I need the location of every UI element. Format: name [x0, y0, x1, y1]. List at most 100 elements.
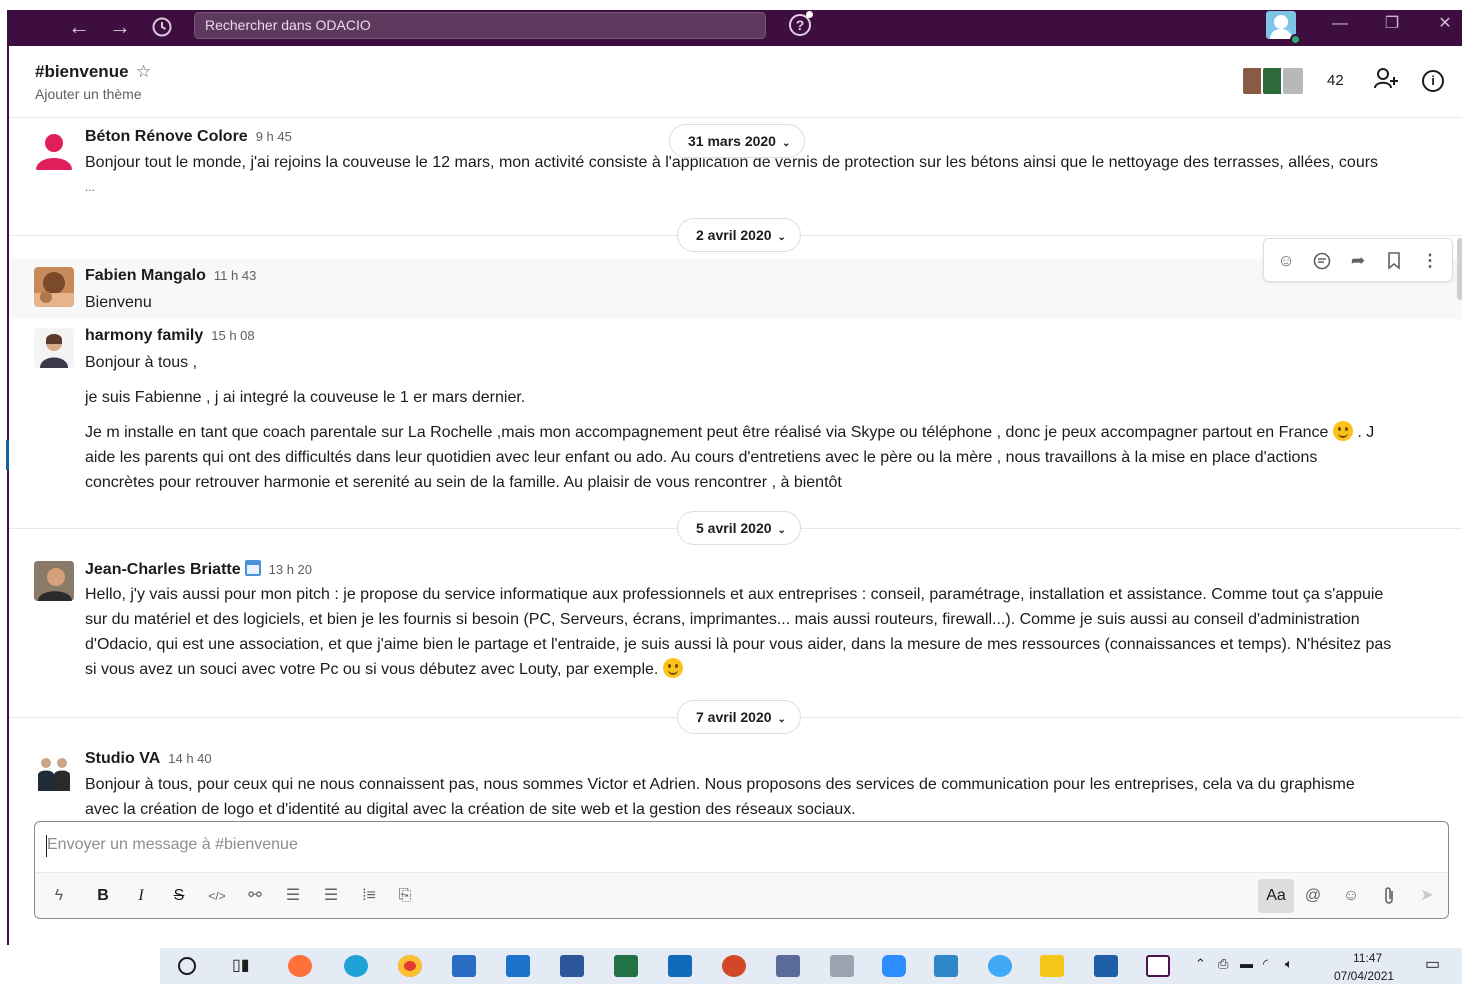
message-input[interactable]: Envoyer un message à #bienvenue — [47, 836, 298, 854]
add-reaction-icon[interactable]: ☺ — [1272, 247, 1300, 275]
photos-icon[interactable] — [1094, 955, 1118, 977]
arrow-left-icon[interactable]: ← — [64, 10, 94, 46]
excel-icon[interactable] — [614, 955, 638, 977]
formatting-toolbar: ϟ B I S </> ⚯ ☰ ☰ ⁞≡ ⎘ Aa @ ☺ ➤ — [35, 872, 1448, 918]
help-notification-dot — [806, 11, 813, 18]
channel-topic[interactable]: Ajouter un thème — [35, 86, 142, 102]
avatar[interactable] — [34, 751, 74, 791]
message[interactable]: Studio VA 14 h 40 Bonjour à tous, pour ce… — [9, 742, 1462, 818]
more-actions-icon[interactable]: ⋮ — [1416, 247, 1444, 275]
clock-time[interactable]: 11:47 — [1353, 951, 1382, 965]
word-icon[interactable] — [560, 955, 584, 977]
message[interactable]: Fabien Mangalo 11 h 43 Bienvenu — [9, 259, 1462, 319]
chevron-up-icon[interactable]: ⌃ — [1195, 956, 1206, 972]
wifi-icon[interactable]: ◜ — [1263, 956, 1268, 972]
add-member-icon[interactable] — [1372, 66, 1400, 94]
arrow-right-icon[interactable]: → — [105, 10, 135, 46]
chevron-down-icon: ⌄ — [777, 714, 786, 725]
smile-emoji-icon — [1332, 421, 1353, 441]
strikethrough-icon[interactable]: S — [166, 882, 192, 910]
app-icon[interactable] — [506, 955, 530, 977]
mention-icon[interactable]: @ — [1300, 882, 1326, 910]
firefox-icon[interactable] — [288, 955, 312, 977]
close-icon[interactable]: ✕ — [1425, 10, 1462, 40]
message-author[interactable]: Studio VA 14 h 40 — [85, 750, 212, 768]
message-text: Bienvenu — [85, 294, 152, 311]
format-toggle-button[interactable]: Aa — [1258, 879, 1294, 913]
date-divider[interactable]: 31 mars 2020 ⌄ — [669, 124, 806, 158]
scrollbar[interactable] — [1457, 238, 1462, 300]
avatar[interactable] — [34, 130, 74, 170]
mail-icon[interactable] — [452, 955, 476, 977]
minimize-icon[interactable]: — — [1320, 10, 1360, 40]
search-circle-icon[interactable] — [178, 957, 196, 975]
restore-icon[interactable]: ❐ — [1372, 10, 1412, 40]
calendar-status-icon — [244, 560, 261, 576]
message-text: Bonjour à tous, pour ceux qui ne nous co… — [85, 776, 1355, 818]
task-view-icon[interactable]: ▯▮ — [232, 955, 256, 977]
channel-header: #bienvenue ☆ Ajouter un thème 42 i — [9, 46, 1462, 118]
left-edge — [0, 10, 9, 945]
code-block-icon[interactable]: ⎘ — [392, 882, 418, 910]
star-icon[interactable]: ☆ — [136, 62, 151, 82]
top-bar: ← → Rechercher dans ODACIO ? — ❐ ✕ — [9, 10, 1462, 46]
clock-date[interactable]: 07/04/2021 — [1334, 969, 1394, 983]
bold-icon[interactable]: B — [90, 882, 116, 910]
message-author[interactable]: Jean-Charles Briatte 13 h 20 — [85, 560, 312, 579]
bulleted-list-icon[interactable]: ☰ — [318, 882, 344, 910]
history-icon[interactable] — [147, 10, 177, 46]
avatar[interactable] — [34, 328, 74, 368]
message-time[interactable]: 11 h 43 — [214, 268, 256, 283]
volume-icon[interactable]: 🔈︎ — [1285, 956, 1293, 972]
send-icon[interactable]: ➤ — [1414, 882, 1440, 910]
battery-icon[interactable]: ▬ — [1240, 956, 1253, 971]
message-author[interactable]: harmony family 15 h 08 — [85, 327, 255, 345]
search-input[interactable]: Rechercher dans ODACIO — [194, 12, 766, 39]
member-avatars[interactable] — [1241, 66, 1317, 96]
message[interactable]: harmony family 15 h 08 Bonjour à tous , j… — [9, 319, 1462, 499]
blockquote-icon[interactable]: ⁞≡ — [356, 882, 382, 910]
message-time[interactable]: 13 h 20 — [269, 562, 312, 577]
message-time[interactable]: 14 h 40 — [168, 751, 211, 766]
avatar[interactable] — [34, 267, 74, 307]
date-divider[interactable]: 5 avril 2020 ⌄ — [677, 511, 801, 545]
edge-icon[interactable] — [344, 955, 368, 977]
italic-icon[interactable]: I — [128, 882, 154, 910]
member-count[interactable]: 42 — [1327, 72, 1344, 89]
store-icon[interactable] — [934, 955, 958, 977]
chrome-icon[interactable] — [398, 955, 422, 977]
powerpoint-icon[interactable] — [722, 955, 746, 977]
bookmark-icon[interactable] — [1380, 247, 1408, 275]
message-actions: ☺ ➦ ⋮ — [1263, 238, 1453, 282]
attachment-icon[interactable] — [1376, 882, 1402, 910]
info-icon[interactable]: i — [1422, 70, 1444, 92]
ordered-list-icon[interactable]: ☰ — [280, 882, 306, 910]
message-time[interactable]: 15 h 08 — [211, 328, 254, 343]
internet-explorer-icon[interactable] — [988, 955, 1012, 977]
file-explorer-icon[interactable] — [1040, 955, 1064, 977]
shortcuts-icon[interactable]: ϟ — [46, 882, 72, 910]
chevron-down-icon: ⌄ — [777, 232, 786, 243]
paint-icon[interactable] — [776, 955, 800, 977]
code-icon[interactable]: </> — [204, 882, 230, 910]
slack-icon[interactable] — [1146, 955, 1170, 977]
reply-thread-icon[interactable] — [1308, 247, 1336, 275]
message-time[interactable]: 9 h 45 — [256, 129, 292, 144]
member-avatar — [1281, 66, 1305, 96]
outlook-icon[interactable] — [668, 955, 692, 977]
emoji-icon[interactable]: ☺ — [1338, 882, 1364, 910]
zoom-icon[interactable] — [882, 955, 906, 977]
message[interactable]: Jean-Charles Briatte 13 h 20 Hello, j'y v… — [9, 552, 1462, 692]
link-icon[interactable]: ⚯ — [242, 882, 268, 910]
date-divider[interactable]: 7 avril 2020 ⌄ — [677, 700, 801, 734]
channel-name[interactable]: #bienvenue — [35, 62, 129, 82]
message-author[interactable]: Fabien Mangalo 11 h 43 — [85, 267, 256, 285]
avatar[interactable] — [34, 561, 74, 601]
message-author[interactable]: Béton Rénove Colore 9 h 45 — [85, 128, 292, 146]
message-list: Béton Rénove Colore 9 h 45 Bonjour tout l… — [9, 118, 1462, 818]
notifications-icon[interactable]: ▭ — [1425, 954, 1440, 974]
printer-icon[interactable] — [830, 955, 854, 977]
share-icon[interactable]: ➦ — [1344, 247, 1372, 275]
date-divider[interactable]: 2 avril 2020 ⌄ — [677, 218, 801, 252]
device-icon[interactable]: ⎙ — [1218, 956, 1228, 972]
